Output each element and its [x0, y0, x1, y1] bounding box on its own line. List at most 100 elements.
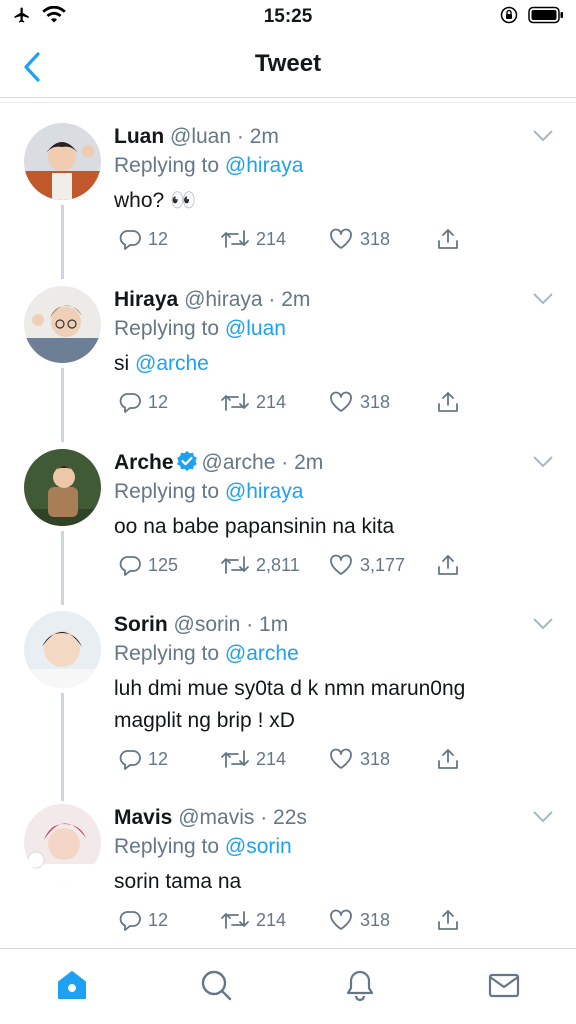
mention-link[interactable]: @luan [225, 317, 286, 340]
avatar[interactable] [24, 286, 101, 363]
tweet-item[interactable]: Luan @luan · 2m Replying to @hiraya who?… [0, 123, 576, 283]
avatar[interactable] [24, 611, 101, 688]
avatar[interactable] [24, 123, 101, 200]
tweet-item[interactable]: Arche @arche · 2m Replying to @hiraya oo … [0, 449, 576, 609]
tweet-text: who? 👀 [114, 189, 197, 212]
like-button[interactable]: 318 [328, 908, 390, 932]
retweet-button[interactable]: 214 [220, 747, 286, 771]
like-button[interactable]: 318 [328, 747, 390, 771]
chevron-down-icon[interactable] [532, 455, 554, 469]
replying-to: Replying to @hiraya [114, 151, 556, 181]
author-name[interactable]: Luan [114, 125, 164, 148]
like-count: 318 [360, 391, 391, 412]
mention-link[interactable]: @arche [225, 642, 299, 665]
reply-button[interactable]: 12 [118, 390, 168, 414]
replying-to: Replying to @arche [114, 639, 556, 669]
tab-search[interactable] [196, 965, 236, 1005]
retweet-button[interactable]: 2,811 [220, 553, 300, 577]
like-button[interactable]: 318 [328, 227, 390, 251]
mention-link[interactable]: @arche [135, 352, 209, 375]
retweet-button[interactable]: 214 [220, 908, 286, 932]
replying-label: Replying to [114, 480, 225, 503]
reply-button[interactable]: 12 [118, 227, 168, 251]
tweet-item[interactable]: Hiraya @hiraya · 2m Replying to @luan si… [0, 286, 576, 446]
replying-label: Replying to [114, 835, 225, 858]
replying-to: Replying to @luan [114, 314, 556, 344]
author-name[interactable]: Arche [114, 451, 174, 474]
reply-count: 12 [148, 391, 169, 412]
mention-link[interactable]: @sorin [225, 835, 292, 858]
retweet-count: 214 [256, 391, 287, 412]
chevron-down-icon[interactable] [532, 810, 554, 824]
heart-icon [330, 554, 352, 575]
retweet-icon [221, 911, 249, 929]
retweet-icon [221, 750, 249, 768]
mention-link[interactable]: @hiraya [225, 480, 304, 503]
share-button[interactable] [436, 227, 460, 251]
tweet-text: luh dmi mue sy0ta d k nmn marun0ng magpl… [114, 677, 466, 732]
avatar[interactable] [24, 804, 101, 881]
reply-button[interactable]: 12 [118, 908, 168, 932]
retweet-button[interactable]: 214 [220, 227, 286, 251]
author-name[interactable]: Hiraya [114, 288, 178, 311]
author-name[interactable]: Sorin [114, 613, 168, 636]
reply-icon [119, 393, 141, 413]
retweet-count: 214 [256, 909, 287, 930]
share-button[interactable] [436, 390, 460, 414]
tab-messages[interactable] [484, 965, 524, 1005]
replying-label: Replying to [114, 154, 225, 177]
bottom-tab-bar [0, 948, 576, 1024]
reply-icon [119, 230, 141, 250]
reply-button[interactable]: 125 [118, 553, 178, 577]
share-button[interactable] [436, 553, 460, 577]
chevron-down-icon[interactable] [532, 129, 554, 143]
tweet-text-prefix: si [114, 352, 135, 375]
retweet-count: 214 [256, 748, 287, 769]
reply-count: 12 [148, 228, 169, 249]
share-icon [438, 555, 458, 575]
notifications-icon [346, 970, 374, 1002]
share-icon [438, 749, 458, 769]
like-button[interactable]: 3,177 [328, 553, 405, 577]
share-button[interactable] [436, 747, 460, 771]
thread-connector [61, 531, 64, 605]
page-title: Tweet [254, 50, 322, 77]
retweet-icon [221, 393, 249, 411]
reply-button[interactable]: 12 [118, 747, 168, 771]
thread-connector [61, 368, 64, 442]
heart-icon [330, 748, 352, 769]
tweet-time: 2m [294, 451, 324, 474]
status-bar: 15:25 [0, 0, 576, 34]
like-button[interactable]: 318 [328, 390, 390, 414]
replying-label: Replying to [114, 642, 225, 665]
retweet-button[interactable]: 214 [220, 390, 286, 414]
chevron-down-icon[interactable] [532, 617, 554, 631]
tweet-text: oo na babe papansinin na kita [114, 515, 395, 538]
tab-notifications[interactable] [340, 965, 380, 1005]
like-count: 318 [360, 748, 391, 769]
mention-link[interactable]: @hiraya [225, 154, 304, 177]
heart-icon [330, 228, 352, 249]
avatar[interactable] [24, 449, 101, 526]
tweet-item[interactable]: Mavis @mavis · 22s Replying to @sorin so… [0, 804, 576, 964]
home-icon [58, 971, 86, 999]
reply-count: 12 [148, 748, 169, 769]
battery-icon [528, 6, 563, 24]
author-handle: @sorin [173, 613, 241, 636]
messages-icon [488, 973, 520, 998]
author-handle: @mavis [178, 806, 255, 829]
thread-connector [61, 205, 64, 279]
author-name[interactable]: Mavis [114, 806, 172, 829]
tweet-item[interactable]: Sorin @sorin · 1m Replying to @arche luh… [0, 611, 576, 803]
top-navigation-bar: Tweet [0, 34, 576, 98]
author-handle: @arche [201, 451, 276, 474]
like-count: 3,177 [360, 554, 406, 575]
replying-to: Replying to @sorin [114, 832, 556, 862]
tab-home[interactable] [52, 965, 92, 1005]
reply-count: 12 [148, 909, 169, 930]
like-count: 318 [360, 909, 391, 930]
chevron-down-icon[interactable] [532, 292, 554, 306]
share-button[interactable] [436, 908, 460, 932]
share-icon [438, 392, 458, 412]
reply-icon [119, 911, 141, 931]
